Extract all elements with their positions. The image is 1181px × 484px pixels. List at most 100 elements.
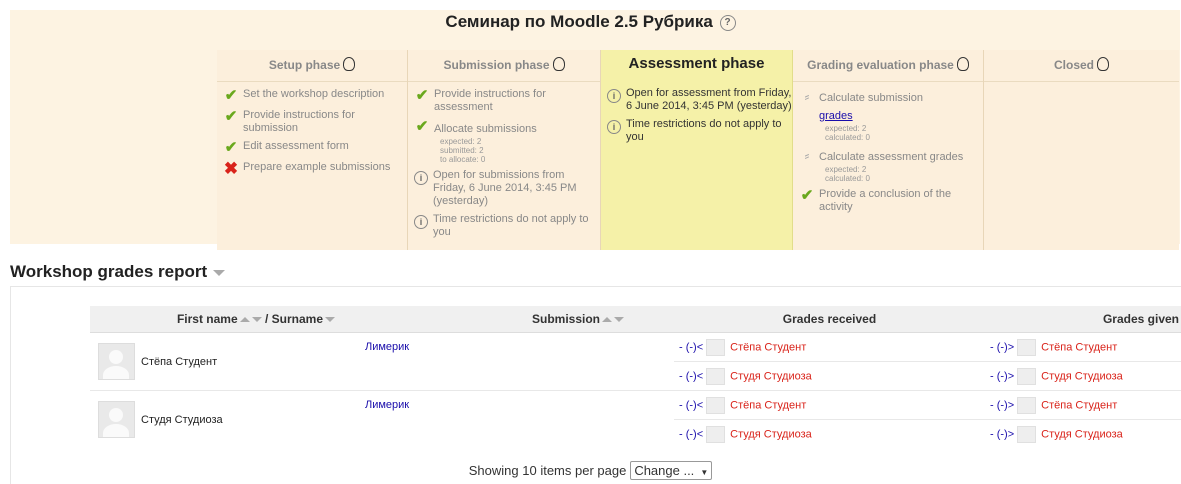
user-name[interactable]: Студя Студиоза [141, 414, 223, 426]
reviewee-name[interactable]: Стёпа Студент [1041, 341, 1117, 353]
user-name[interactable]: Стёпа Студент [141, 356, 217, 368]
grade-value[interactable]: - (-)< [679, 341, 703, 353]
phase-header[interactable]: Submission phase [408, 50, 600, 82]
phase-header[interactable]: Grading evaluation phase [793, 50, 983, 82]
grades-table: First name / Surname Submission Grades r… [90, 306, 1181, 448]
task-detail: calculated: 0 [825, 133, 870, 142]
submission-cell: Лимерик [355, 390, 674, 448]
check-icon: ✔ [224, 139, 238, 156]
reviewer-name[interactable]: Стёпа Студент [730, 399, 806, 411]
grade-given-cell: - (-)> Стёпа Студент [985, 332, 1181, 362]
grade-received-cell: - (-)< Студя Студиоза [674, 419, 985, 448]
grade-received-cell: - (-)< Студя Студиоза [674, 361, 985, 391]
reviewee-name[interactable]: Студя Студиоза [1041, 370, 1123, 382]
per-page-label: Showing 10 items per page [468, 463, 627, 478]
sort-desc-icon[interactable] [325, 317, 335, 323]
header-grades-given: Grades given [985, 306, 1181, 333]
task-detail: expected: 2 [825, 165, 867, 174]
check-icon: ✔ [415, 118, 429, 135]
phase-grading-evaluation: Grading evaluation phase ⸗ Calculate sub… [793, 50, 984, 250]
sort-surname[interactable]: / Surname [265, 312, 323, 326]
sort-submission[interactable]: Submission [532, 312, 600, 326]
reviewer-name[interactable]: Студя Студиоза [730, 370, 812, 382]
task-item: ✔ Set the workshop description [224, 87, 385, 104]
avatar[interactable] [98, 401, 135, 438]
phase-header[interactable]: Closed [984, 50, 1179, 82]
sort-firstname[interactable]: First name [177, 312, 238, 326]
task-item: i Time restrictions do not apply to you [607, 118, 792, 144]
avatar[interactable] [98, 343, 135, 380]
check-icon: ✔ [800, 187, 814, 204]
switch-phase-icon[interactable] [956, 56, 969, 71]
grade-received-cell: - (-)< Стёпа Студент [674, 332, 985, 362]
grade-value[interactable]: - (-)< [679, 428, 703, 440]
sort-asc-icon[interactable] [239, 317, 250, 323]
task-detail: submitted: 2 [440, 146, 484, 155]
task-item: ⸗ Calculate submission grades expected: 2… [799, 88, 983, 142]
submission-link[interactable]: Лимерик [365, 341, 409, 353]
avatar [1017, 367, 1037, 385]
avatar [706, 367, 726, 385]
grade-given-cell: - (-)> Стёпа Студент [985, 390, 1181, 420]
grade-given-cell: - (-)> Студя Студиоза [985, 361, 1181, 391]
task-item: i Time restrictions do not apply to you [414, 213, 600, 239]
switch-phase-icon[interactable] [1097, 56, 1109, 71]
check-icon: ✔ [224, 87, 238, 104]
grade-value[interactable]: - (-)> [990, 370, 1014, 382]
todo-icon: ⸗ [804, 88, 810, 104]
header-name: First name / Surname [90, 306, 355, 333]
phase-closed: Closed [984, 50, 1179, 250]
submission-cell: Лимерик [355, 332, 674, 391]
grade-received-cell: - (-)< Стёпа Студент [674, 390, 985, 420]
reviewee-name[interactable]: Стёпа Студент [1041, 399, 1117, 411]
header-submission: Submission [355, 306, 674, 333]
task-detail: to allocate: 0 [440, 155, 486, 164]
table-row: Студя Студиоза Лимерик - (-)< Стёпа Студе… [90, 390, 1181, 448]
switch-phase-icon[interactable] [552, 56, 565, 71]
grade-value[interactable]: - (-)< [679, 370, 703, 382]
page-title: Семинар по Moodle 2.5 Рубрика ? [0, 12, 1181, 32]
phase-setup: Setup phase ✔ Set the workshop descriptio… [217, 50, 408, 250]
sort-desc-icon[interactable] [251, 317, 262, 323]
reviewer-name[interactable]: Студя Студиоза [730, 428, 812, 440]
task-item: ✔ Provide instructions for assessment [415, 87, 546, 114]
switch-phase-icon[interactable] [343, 56, 356, 71]
grade-value[interactable]: - (-)> [990, 399, 1014, 411]
phase-submission: Submission phase ✔ Provide instructions f… [408, 50, 601, 250]
task-item: i Open for assessment from Friday, 6 June… [607, 87, 792, 113]
paging-footer: Showing 10 items per page Change ... ▼ [0, 461, 1181, 480]
task-detail: expected: 2 [825, 124, 867, 133]
info-icon: i [414, 215, 428, 229]
avatar [1017, 425, 1037, 443]
cross-icon: ✖ [223, 159, 239, 178]
collapse-icon[interactable] [213, 269, 226, 276]
table-header-row: First name / Surname Submission Grades r… [90, 306, 1181, 333]
reviewer-name[interactable]: Стёпа Студент [730, 341, 806, 353]
info-icon: i [607, 120, 621, 134]
report-heading[interactable]: Workshop grades report [10, 262, 226, 282]
grade-value[interactable]: - (-)> [990, 428, 1014, 440]
avatar [1017, 338, 1037, 356]
task-item: i Open for submissions from Friday, 6 Jun… [414, 169, 600, 208]
submission-link[interactable]: Лимерик [365, 399, 409, 411]
task-item: ✔ Edit assessment form [224, 139, 349, 156]
avatar [706, 338, 726, 356]
avatar [706, 396, 726, 414]
task-item: ✔ Allocate submissions expected: 2 submi… [415, 118, 537, 165]
grade-value[interactable]: - (-)< [679, 399, 703, 411]
table-row: Стёпа Студент Лимерик - (-)< Стёпа Студен… [90, 332, 1181, 391]
help-icon[interactable]: ? [719, 14, 736, 31]
phase-header[interactable]: Setup phase [217, 50, 407, 82]
header-grades-received: Grades received [674, 306, 985, 333]
per-page-select[interactable]: Change ... ▼ [630, 461, 713, 480]
task-detail: expected: 2 [440, 137, 482, 146]
task-item: ✔ Provide instructions for submission [224, 108, 355, 135]
task-detail: calculated: 0 [825, 174, 870, 183]
sort-asc-icon[interactable] [602, 317, 612, 323]
grade-value[interactable]: - (-)> [990, 341, 1014, 353]
grades-link[interactable]: grades [819, 110, 853, 122]
check-icon: ✔ [415, 87, 429, 104]
reviewee-name[interactable]: Студя Студиоза [1041, 428, 1123, 440]
sort-desc-icon[interactable] [614, 317, 624, 323]
avatar [706, 425, 726, 443]
